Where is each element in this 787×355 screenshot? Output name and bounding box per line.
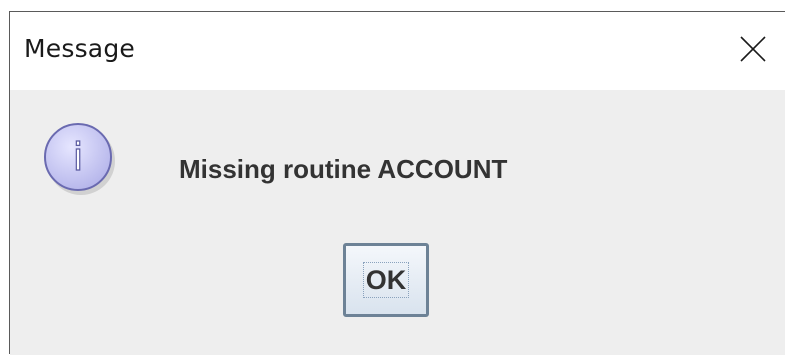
information-icon: i — [44, 123, 115, 195]
ok-button[interactable]: OK — [343, 243, 429, 317]
message-dialog: Message i Missing routine ACCOUNT OK — [9, 11, 785, 355]
dialog-title: Message — [24, 34, 135, 63]
ok-button-label: OK — [362, 262, 410, 298]
dialog-message: Missing routine ACCOUNT — [179, 154, 508, 184]
dialog-body: i Missing routine ACCOUNT OK — [10, 90, 785, 355]
close-button[interactable] — [721, 12, 785, 90]
dialog-titlebar[interactable]: Message — [10, 12, 785, 90]
close-icon — [740, 36, 766, 62]
info-glyph: i — [73, 135, 84, 179]
